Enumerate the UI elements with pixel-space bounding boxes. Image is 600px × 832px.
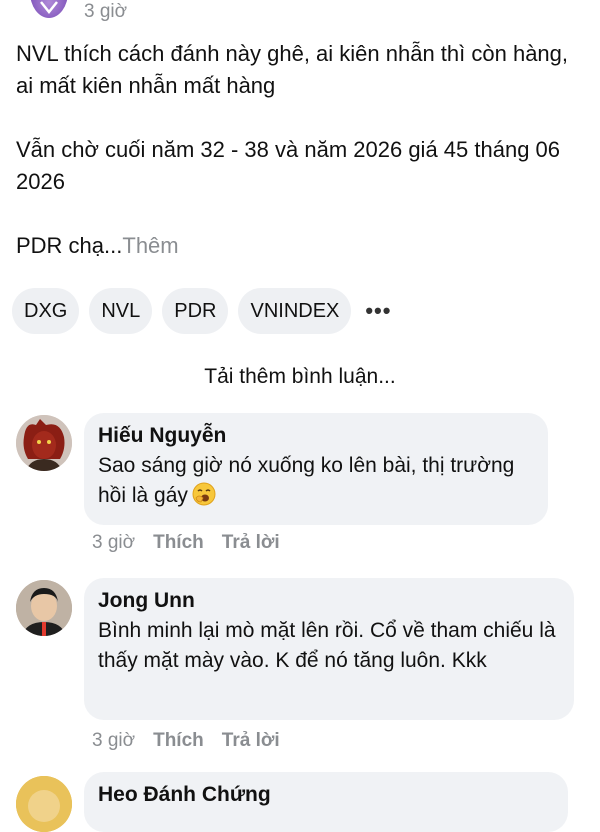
reply-button[interactable]: Trả lời xyxy=(222,530,280,556)
post-content: NVL thích cách đánh này ghê, ai kiên nhẫ… xyxy=(16,38,586,262)
comment-author[interactable]: Hiếu Nguyễn xyxy=(98,421,534,451)
comment-bubble: Hiếu Nguyễn Sao sáng giờ nó xuống ko lên… xyxy=(84,413,548,525)
post-paragraph: Vẫn chờ cuối năm 32 - 38 và năm 2026 giá… xyxy=(16,137,561,194)
load-more-comments-link[interactable]: Tải thêm bình luận... xyxy=(0,361,600,393)
comment-author[interactable]: Jong Unn xyxy=(98,586,560,616)
more-tags-icon[interactable]: ••• xyxy=(361,288,395,334)
comment-timestamp: 3 giờ xyxy=(92,532,136,553)
see-more-link[interactable]: Thêm xyxy=(122,233,178,258)
comment-text-body: Sao sáng giờ nó xuống ko lên bài, thị tr… xyxy=(98,454,515,507)
comment-actions: 3 giờ Thích Trả lời xyxy=(92,530,280,556)
post-author-avatar[interactable] xyxy=(30,0,68,18)
comment-actions: 3 giờ Thích Trả lời xyxy=(92,728,280,754)
comment-timestamp: 3 giờ xyxy=(92,730,136,751)
tag-nvl[interactable]: NVL xyxy=(89,288,153,334)
comment-avatar[interactable] xyxy=(16,776,72,832)
yawning-face-emoji-icon xyxy=(192,482,216,506)
post-paragraph: NVL thích cách đánh này ghê, ai kiên nhẫ… xyxy=(16,41,569,98)
avatar-logo-icon xyxy=(40,1,58,14)
tag-dxg[interactable]: DXG xyxy=(12,288,80,334)
stock-tags: DXG NVL PDR VNINDEX ••• xyxy=(12,287,395,335)
comment-bubble: Jong Unn Bình minh lại mò mặt lên rồi. C… xyxy=(84,578,574,720)
post-header: 3 giờ xyxy=(0,0,600,26)
like-button[interactable]: Thích xyxy=(153,728,204,754)
like-button[interactable]: Thích xyxy=(153,530,204,556)
avatar-portrait-icon xyxy=(16,580,72,636)
reply-button[interactable]: Trả lời xyxy=(222,728,280,754)
comment-text: Bình minh lại mò mặt lên rồi. Cổ về tham… xyxy=(98,619,556,672)
avatar-portrait-icon xyxy=(16,415,72,471)
avatar-portrait-icon xyxy=(16,776,72,832)
comment-author[interactable]: Heo Đánh Chứng xyxy=(98,780,554,810)
post-paragraph-truncated: PDR chạ...Thêm xyxy=(16,230,586,262)
comment-avatar[interactable] xyxy=(16,580,72,636)
tag-pdr[interactable]: PDR xyxy=(162,288,229,334)
comment-bubble: Heo Đánh Chứng xyxy=(84,772,568,832)
comment-avatar[interactable] xyxy=(16,415,72,471)
truncated-text: PDR chạ... xyxy=(16,233,123,258)
tag-vnindex[interactable]: VNINDEX xyxy=(238,288,352,334)
post-timestamp: 3 giờ xyxy=(84,1,128,22)
comment-text: Sao sáng giờ nó xuống ko lên bài, thị tr… xyxy=(98,451,534,511)
